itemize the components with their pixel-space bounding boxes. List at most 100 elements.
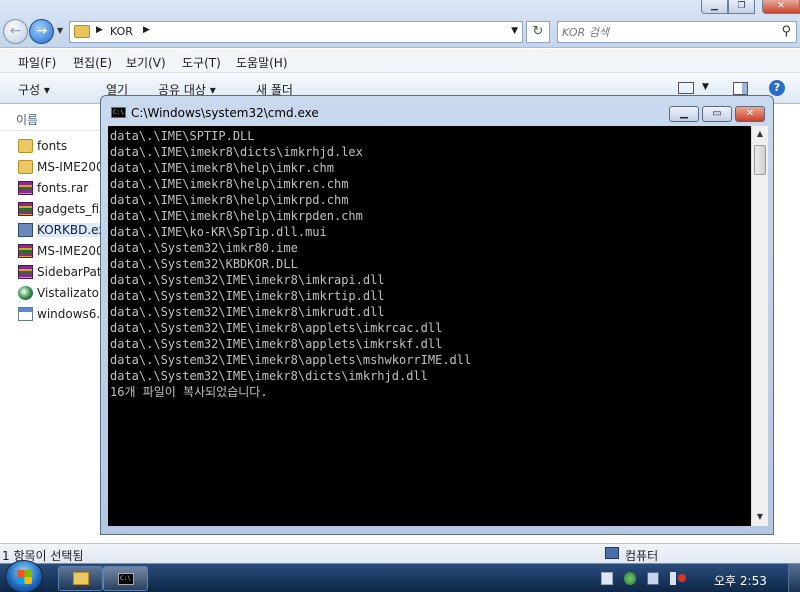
scroll-thumb[interactable] [754,145,766,175]
file-list: fonts MS-IME2002 fonts.rar gadgets_fix.r… [0,136,102,325]
status-bar: 1 항목이 선택됨 컴퓨터 [0,543,800,563]
document-icon [18,307,33,321]
breadcrumb-separator-icon[interactable]: ▶ [143,25,150,35]
taskbar-cmd-button[interactable]: C:\ [103,566,148,591]
forward-arrow-icon: → [35,23,48,39]
menu-tools[interactable]: 도구(T) [182,54,221,71]
console-line: data\.\System32\IME\imekr8\imkrudt.dll [110,305,385,319]
cmd-window: C:\ C:\Windows\system32\cmd.exe ▁ ▭ ✕ da… [100,95,774,535]
list-item[interactable]: KORKBD.exe [0,220,102,241]
console-line: data\.\IME\ko-KR\SpTip.dll.mui [110,225,327,239]
close-button[interactable]: ✕ [762,0,800,14]
mute-indicator-icon [678,574,686,582]
scroll-up-icon[interactable]: ▲ [752,126,768,142]
status-location: 컴퓨터 [625,549,659,563]
cmd-window-title: C:\Windows\system32\cmd.exe [131,106,319,120]
organize-button[interactable]: 구성 ▾ [18,81,50,98]
console-line: data\.\IME\imekr8\dicts\imkrhjd.lex [110,145,363,159]
security-center-icon[interactable] [624,572,636,585]
cmd-minimize-button[interactable]: ▁ [669,106,699,122]
file-name: MS-IME2002.rar [37,244,101,258]
cmd-icon[interactable]: C:\ [111,107,126,118]
computer-icon [605,547,619,559]
change-view-icon[interactable] [678,82,694,94]
menu-edit[interactable]: 편집(E) [73,54,112,71]
list-item[interactable]: gadgets_fix.rar [0,199,102,220]
console-output[interactable]: data\.\IME\SPTIP.DLL data\.\IME\imekr8\d… [108,126,751,526]
search-icon[interactable]: ⚲ [781,24,791,39]
list-item[interactable]: Vistalizator.exe [0,283,102,304]
address-bar[interactable]: ▶ KOR ▶ ▼ [69,21,523,43]
address-dropdown-icon[interactable]: ▼ [511,26,518,36]
view-dropdown-icon[interactable]: ▼ [702,82,709,92]
history-dropdown-icon[interactable]: ▼ [57,26,63,35]
column-header-name[interactable]: 이름 [0,105,110,131]
network-icon[interactable] [647,572,659,585]
console-lines: data\.\IME\SPTIP.DLL data\.\IME\imekr8\d… [110,128,471,400]
scroll-down-icon[interactable]: ▼ [752,509,768,525]
help-icon[interactable]: ? [769,80,785,96]
search-input[interactable] [562,24,762,40]
preview-pane-icon[interactable] [733,82,748,95]
console-line: 16개 파일이 복사되었습니다. [110,385,268,399]
list-item[interactable]: fonts [0,136,102,157]
file-name: windows6.1 [37,307,101,321]
menu-help[interactable]: 도움말(H) [236,54,288,71]
list-item[interactable]: SidebarPatch.rar [0,262,102,283]
back-arrow-icon: ← [9,23,22,39]
console-line: data\.\System32\IME\imekr8\imkrtip.dll [110,289,385,303]
list-item[interactable]: MS-IME2002.rar [0,241,102,262]
console-line: data\.\System32\KBDKOR.DLL [110,257,298,271]
console-line: data\.\IME\imekr8\help\imkrpd.chm [110,193,349,207]
console-line: data\.\IME\imekr8\help\imkren.chm [110,177,349,191]
console-line: data\.\System32\IME\imekr8\applets\mshwk… [110,353,472,367]
file-name: SidebarPatch.rar [37,265,101,279]
minimize-button[interactable]: ▁ [701,0,728,14]
console-line: data\.\System32\IME\imekr8\applets\imkrc… [110,321,443,335]
cmd-close-button[interactable]: ✕ [735,106,765,122]
console-line: data\.\IME\imekr8\help\imkr.chm [110,161,334,175]
column-header-label: 이름 [16,113,39,127]
clock[interactable]: 오후 2:53 [714,572,767,589]
folder-icon [74,25,90,38]
menu-file[interactable]: 파일(F) [18,54,56,71]
rar-archive-icon [18,202,33,216]
breadcrumb-kor[interactable]: KOR [110,25,133,38]
console-line: data\.\IME\imekr8\help\imkrpden.chm [110,209,363,223]
globe-exe-icon [18,286,33,300]
taskbar-explorer-button[interactable] [58,566,103,591]
console-scrollbar[interactable]: ▲ ▼ [751,126,768,526]
rar-archive-icon [18,265,33,279]
file-name: MS-IME2002 [37,160,101,174]
refresh-button[interactable]: ↻ [526,21,550,43]
search-box[interactable]: ⚲ [557,21,797,43]
rar-archive-icon [18,181,33,195]
file-name: gadgets_fix.rar [37,202,101,216]
list-item[interactable]: fonts.rar [0,178,102,199]
folder-icon [18,139,33,153]
file-name: fonts [37,139,68,153]
back-button[interactable]: ← [3,19,28,44]
forward-button[interactable]: → [29,19,54,44]
console-line: data\.\System32\IME\imekr8\applets\imkrs… [110,337,443,351]
folder-icon [73,572,89,585]
start-button[interactable] [5,560,43,592]
list-item[interactable]: MS-IME2002 [0,157,102,178]
menu-view[interactable]: 보기(V) [126,54,166,71]
file-name: Vistalizator.exe [37,286,101,300]
file-name: KORKBD.exe [37,223,101,237]
list-item[interactable]: windows6.1 [0,304,102,325]
exe-icon [18,223,33,237]
show-desktop-button[interactable] [788,564,800,592]
maximize-button[interactable]: ❐ [728,0,755,14]
taskbar: C:\ 오후 2:53 [0,560,800,592]
breadcrumb-separator-icon[interactable]: ▶ [96,25,103,35]
folder-icon [18,160,33,174]
cmd-maximize-button[interactable]: ▭ [702,106,732,122]
language-bar-icon[interactable] [601,572,613,585]
file-name: fonts.rar [37,181,89,195]
console-line: data\.\System32\imkr80.ime [110,241,298,255]
rar-archive-icon [18,244,33,258]
menu-bar: 파일(F) 편집(E) 보기(V) 도구(T) 도움말(H) [0,49,800,73]
cmd-titlebar[interactable]: C:\ C:\Windows\system32\cmd.exe ▁ ▭ ✕ [101,96,773,126]
